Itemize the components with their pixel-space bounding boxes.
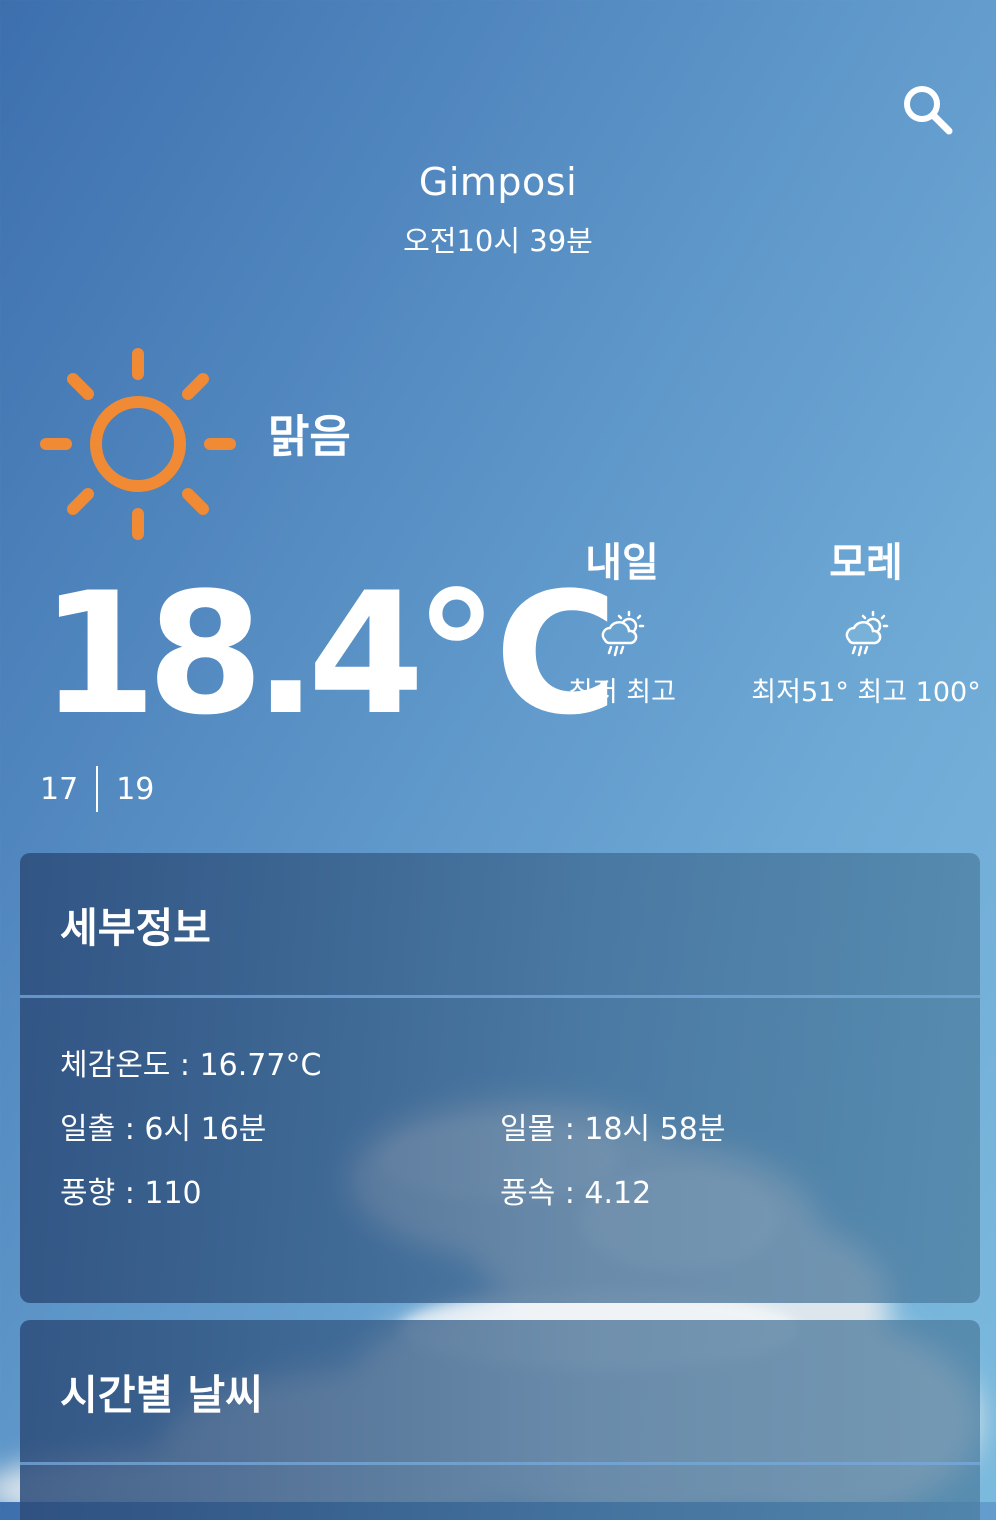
forecast-range: 최저51° 최고 100°: [751, 677, 981, 708]
rain-cloud-sun-icon: [601, 610, 645, 657]
min-temperature: 17: [40, 771, 79, 807]
forecast-day-label: 내일: [585, 540, 659, 586]
feels-like: 체감온도 : 16.77°C: [60, 1048, 322, 1083]
search-button[interactable]: [898, 80, 956, 138]
min-max-temperature: 17 19: [40, 766, 154, 812]
sunset: 일몰 : 18시 58분: [500, 1112, 726, 1147]
max-temperature: 19: [116, 771, 155, 807]
forecast-day-label: 모레: [829, 540, 903, 586]
forecast-tomorrow: 내일 최저 최고: [502, 530, 742, 715]
sunrise: 일출 : 6시 16분: [60, 1112, 267, 1147]
rain-cloud-sun-icon: [845, 610, 889, 657]
sun-icon: [40, 348, 236, 540]
details-card: 세부정보 체감온도 : 16.77°C 일출 : 6시 16분 일몰 : 18시…: [20, 853, 980, 1303]
wind-speed: 풍속 : 4.12: [500, 1176, 652, 1211]
hourly-card: 시간별 날씨: [20, 1320, 980, 1520]
details-title: 세부정보: [20, 853, 980, 998]
divider: [96, 766, 99, 812]
hourly-title: 시간별 날씨: [20, 1320, 980, 1465]
current-time: 오전10시 39분: [403, 224, 593, 258]
wind-direction: 풍향 : 110: [60, 1176, 202, 1211]
city-name: Gimposi: [418, 160, 578, 204]
forecast-range: 최저 최고: [568, 677, 676, 708]
forecast-day-after: 모레 최저51° 최고 100°: [746, 530, 986, 715]
search-icon: [904, 86, 953, 135]
weather-condition: 맑음: [268, 410, 351, 463]
